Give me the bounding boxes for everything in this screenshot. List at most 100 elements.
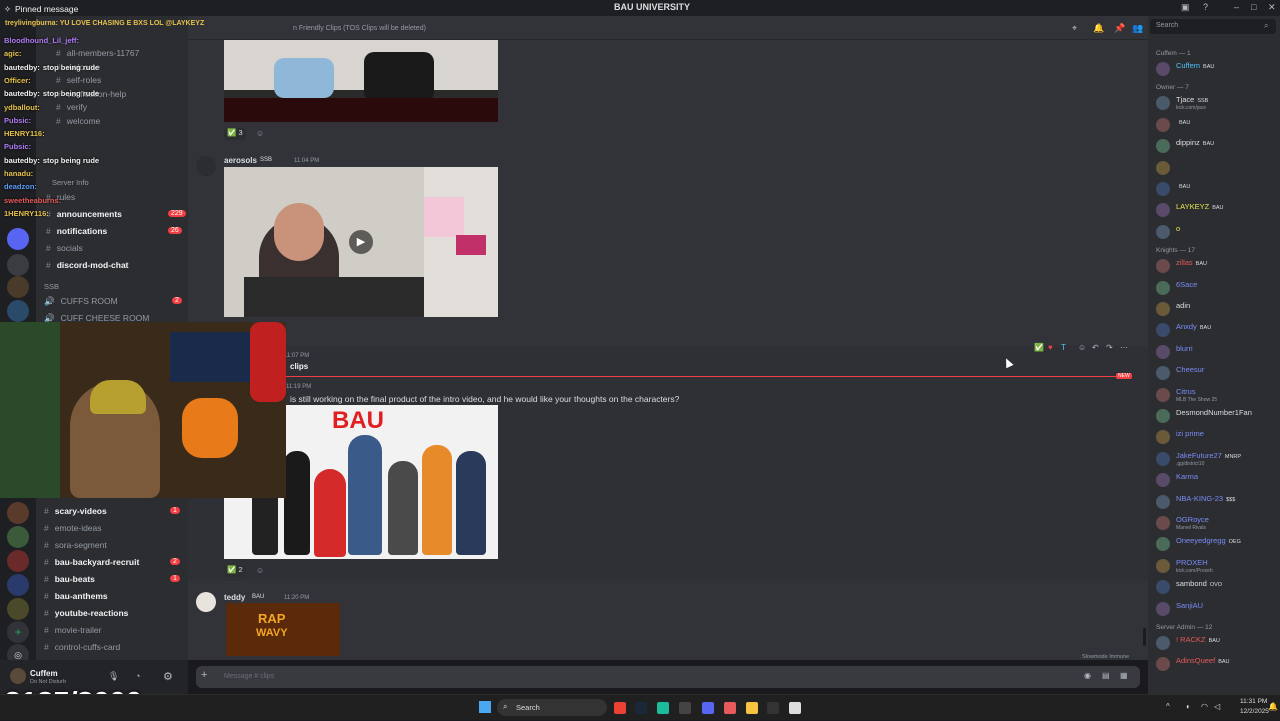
member-item[interactable]: Citrus MLB The Show 25 xyxy=(1156,385,1276,405)
avatar[interactable] xyxy=(1156,558,1170,573)
channel-item[interactable]: # socials xyxy=(46,243,83,253)
maximize-button[interactable]: □ xyxy=(1251,2,1256,12)
app-icon[interactable] xyxy=(724,702,736,714)
channel-item[interactable]: # scary-videos xyxy=(44,506,107,516)
message-input-box[interactable]: + Message # clips ◉ ▤ ▦ xyxy=(196,666,1140,688)
attach-plus-icon[interactable]: + xyxy=(201,669,207,681)
avatar[interactable] xyxy=(1156,259,1170,274)
add-reaction-icon[interactable]: ☺ xyxy=(1078,343,1086,352)
app-icon[interactable] xyxy=(789,702,801,714)
channel-item[interactable]: # bau-beats xyxy=(44,574,95,584)
taskbar-search[interactable]: ⌕ Search xyxy=(497,699,607,716)
avatar[interactable] xyxy=(1156,96,1170,111)
reaction-check[interactable]: ✅ 3 xyxy=(224,128,246,140)
add-reaction-icon[interactable]: ☺ xyxy=(256,566,264,575)
headphones-icon[interactable]: ◔ xyxy=(135,671,140,681)
avatar[interactable] xyxy=(1156,203,1170,218)
avatar[interactable] xyxy=(1156,580,1170,595)
member-item[interactable]: AdinsQueef BAU xyxy=(1156,654,1276,674)
clock-time[interactable]: 11:31 PM xyxy=(1240,698,1267,705)
member-item[interactable]: o xyxy=(1156,222,1276,242)
avatar[interactable] xyxy=(196,156,216,176)
avatar[interactable] xyxy=(1156,366,1170,381)
server-icon[interactable] xyxy=(7,598,29,620)
member-item[interactable]: Tjace SSB kick.com/jace xyxy=(1156,93,1276,113)
avatar[interactable] xyxy=(1156,601,1170,616)
server-icon[interactable] xyxy=(7,526,29,548)
avatar[interactable] xyxy=(196,592,216,612)
message-input[interactable]: Message # clips xyxy=(224,673,274,680)
app-icon[interactable] xyxy=(679,702,691,714)
server-icon[interactable] xyxy=(7,574,29,596)
server-icon[interactable] xyxy=(7,300,29,322)
avatar[interactable] xyxy=(1156,224,1170,239)
clock-date[interactable]: 12/2/2025 xyxy=(1240,708,1269,715)
member-item[interactable]: BAU xyxy=(1156,115,1276,135)
member-item[interactable]: Oneeyedgregg OEG xyxy=(1156,534,1276,554)
more-icon[interactable]: ⋯ xyxy=(1120,343,1128,352)
member-item[interactable] xyxy=(1156,158,1276,178)
sticker-icon[interactable]: ▦ xyxy=(1120,671,1128,680)
server-icon[interactable] xyxy=(7,228,29,250)
message-video-thumbnail[interactable] xyxy=(224,40,498,122)
avatar[interactable] xyxy=(1156,280,1170,295)
member-item[interactable]: zillas BAU xyxy=(1156,256,1276,276)
terminal-icon[interactable] xyxy=(767,702,779,714)
member-item[interactable]: JakeFuture27 MNRP .gg/district10 xyxy=(1156,449,1276,469)
category-label[interactable]: Server Info xyxy=(52,178,89,187)
channel-item[interactable]: # youtube-reactions xyxy=(44,608,128,618)
message-author[interactable]: aerosols xyxy=(224,156,257,165)
avatar[interactable] xyxy=(1156,139,1170,154)
member-item[interactable]: DesmondNumber1Fan xyxy=(1156,406,1276,426)
member-item[interactable]: blurri xyxy=(1156,342,1276,362)
server-icon[interactable] xyxy=(7,550,29,572)
voice-channel-item[interactable]: 🔊 CUFFS ROOM xyxy=(44,296,118,307)
notification-icon[interactable]: 🔔 xyxy=(1268,702,1278,711)
server-icon[interactable] xyxy=(7,276,29,298)
avatar[interactable] xyxy=(1156,117,1170,132)
channel-item[interactable]: # movie-trailer xyxy=(44,625,102,635)
member-item[interactable]: izi prime xyxy=(1156,427,1276,447)
avatar[interactable] xyxy=(1156,302,1170,316)
windows-start-icon[interactable] xyxy=(479,701,491,713)
avatar[interactable] xyxy=(1156,636,1170,650)
avatar[interactable] xyxy=(1156,473,1170,488)
channel-item[interactable]: # all-members-11767 xyxy=(56,48,139,58)
member-item[interactable]: LAYKEYZ BAU xyxy=(1156,200,1276,220)
bell-icon[interactable]: 🔔 xyxy=(1093,23,1104,34)
gift-icon[interactable]: ◉ xyxy=(1084,671,1091,680)
app-icon[interactable] xyxy=(657,702,669,714)
avatar[interactable] xyxy=(1156,387,1170,402)
reply-icon[interactable]: ↶ xyxy=(1092,343,1099,352)
avatar[interactable] xyxy=(1156,451,1170,466)
close-button[interactable]: ✕ xyxy=(1268,2,1276,13)
channel-item[interactable]: # bau-backyard-recruit xyxy=(44,557,139,567)
server-icon[interactable] xyxy=(7,502,29,524)
pin-icon[interactable]: 📌 xyxy=(1114,23,1125,34)
member-item[interactable]: BAU xyxy=(1156,179,1276,199)
channel-item[interactable]: # notifications xyxy=(46,226,107,236)
gif-icon[interactable]: ▤ xyxy=(1102,671,1110,680)
member-item[interactable]: Cheesur xyxy=(1156,363,1276,383)
message-video-thumbnail[interactable]: ▶ xyxy=(224,167,498,317)
member-item[interactable]: adin xyxy=(1156,299,1276,319)
channel-item[interactable]: # self-roles xyxy=(56,75,101,85)
avatar[interactable] xyxy=(1156,182,1170,196)
heart-react-icon[interactable]: ♥ xyxy=(1048,343,1053,352)
avatar[interactable] xyxy=(1156,160,1170,175)
member-item[interactable]: sambond OVO xyxy=(1156,577,1276,597)
volume-icon[interactable]: ◁ xyxy=(1214,702,1220,711)
channel-item[interactable]: # sora-segment xyxy=(44,540,107,550)
add-server-icon[interactable]: + xyxy=(7,621,29,643)
member-item[interactable]: NBA-KING-23 $$$ xyxy=(1156,492,1276,512)
add-reaction-icon[interactable]: ☺ xyxy=(256,129,264,138)
discord-icon[interactable] xyxy=(702,702,714,714)
channel-item[interactable]: # announcements xyxy=(46,209,122,219)
avatar[interactable] xyxy=(1156,409,1170,423)
channel-item[interactable]: # verify xyxy=(56,102,87,112)
member-item[interactable]: ! RACKZ BAU xyxy=(1156,633,1276,653)
channel-item[interactable]: # discord-mod-chat xyxy=(46,260,129,270)
minimize-button[interactable]: – xyxy=(1234,2,1239,12)
play-icon[interactable]: ▶ xyxy=(349,230,373,254)
message-image[interactable]: RAP WAVY xyxy=(226,603,340,656)
